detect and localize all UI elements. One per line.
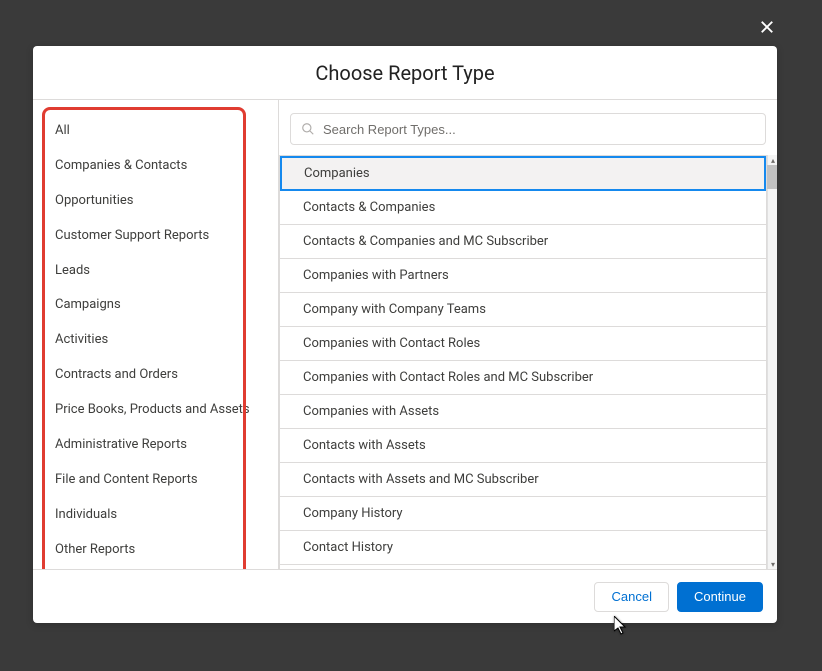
report-type-item[interactable]: Contacts & Companies and MC Subscriber [280, 225, 766, 259]
sidebar-item[interactable]: All [33, 114, 278, 149]
sidebar-item[interactable]: Opportunities [33, 184, 278, 219]
report-type-item[interactable]: Companies with Partners [280, 259, 766, 293]
report-type-item[interactable]: Companies [280, 156, 766, 191]
report-type-item[interactable]: Company with Company Teams [280, 293, 766, 327]
main-panel: CompaniesContacts & CompaniesContacts & … [279, 100, 777, 569]
sidebar-item[interactable]: Individuals [33, 498, 278, 533]
modal-header: Choose Report Type [33, 46, 777, 100]
search-box[interactable] [290, 113, 766, 145]
continue-button[interactable]: Continue [677, 582, 763, 612]
report-type-item[interactable]: Company History [280, 497, 766, 531]
sidebar-item[interactable]: File and Content Reports [33, 463, 278, 498]
report-type-item[interactable]: Companies with Contact Roles [280, 327, 766, 361]
search-icon [301, 122, 315, 136]
report-type-item[interactable]: Contact History [280, 531, 766, 565]
sidebar-item[interactable]: Leads [33, 254, 278, 289]
sidebar-item[interactable]: Administrative Reports [33, 428, 278, 463]
modal-title: Choose Report Type [315, 61, 494, 85]
modal-body: AllCompanies & ContactsOpportunitiesCust… [33, 100, 777, 569]
report-type-item[interactable]: Contacts with Assets [280, 429, 766, 463]
report-type-item[interactable]: Contacts & Companies [280, 191, 766, 225]
close-icon[interactable] [758, 18, 778, 38]
sidebar-item[interactable]: Contracts and Orders [33, 358, 278, 393]
scrollbar[interactable]: ▴ ▾ [767, 155, 777, 569]
scroll-down-arrow[interactable]: ▾ [768, 559, 777, 569]
report-list-container: CompaniesContacts & CompaniesContacts & … [279, 155, 777, 569]
report-type-item[interactable]: Companies with Contact Roles and MC Subs… [280, 361, 766, 395]
sidebar-item[interactable]: Activities [33, 323, 278, 358]
report-type-item[interactable]: Contacts with Assets and MC Subscriber [280, 463, 766, 497]
sidebar-item[interactable]: Customer Support Reports [33, 219, 278, 254]
search-input[interactable] [323, 122, 755, 137]
category-sidebar: AllCompanies & ContactsOpportunitiesCust… [33, 100, 279, 569]
report-type-item[interactable]: Companies with Assets [280, 395, 766, 429]
modal-footer: Cancel Continue [33, 569, 777, 623]
sidebar-item[interactable]: Campaigns [33, 288, 278, 323]
scroll-thumb[interactable] [767, 165, 777, 189]
sidebar-item[interactable]: Price Books, Products and Assets [33, 393, 278, 428]
sidebar-item[interactable]: Other Reports [33, 533, 278, 568]
scroll-up-arrow[interactable]: ▴ [768, 155, 777, 165]
search-container [279, 100, 777, 155]
report-type-modal: Choose Report Type AllCompanies & Contac… [33, 46, 777, 623]
sidebar-item[interactable]: Companies & Contacts [33, 149, 278, 184]
report-type-list: CompaniesContacts & CompaniesContacts & … [279, 155, 767, 569]
cancel-button[interactable]: Cancel [594, 582, 668, 612]
